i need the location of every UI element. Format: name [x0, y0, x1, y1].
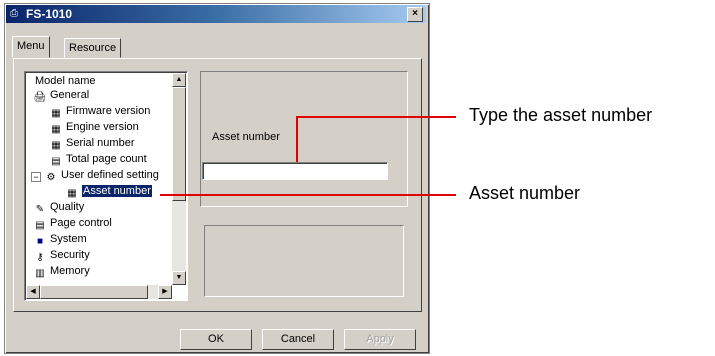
callout-line-asset [160, 194, 456, 196]
page-control-icon: ▤ [35, 220, 45, 231]
tree-item-label: User defined setting [61, 169, 159, 181]
scroll-down-icon[interactable]: ▼ [172, 271, 186, 285]
collapse-icon[interactable]: − [31, 172, 41, 182]
close-button[interactable]: × [407, 7, 423, 22]
scroll-thumb[interactable] [40, 285, 148, 299]
settings-tree[interactable]: Model name 🖨 General ▦ Firmware version ▦ E… [24, 71, 188, 301]
callout-type-asset-number: Type the asset number [469, 105, 653, 125]
tree-item-serial-number[interactable]: ▦ Serial number [49, 136, 134, 152]
tree-item-label: Total page count [66, 153, 147, 165]
quality-icon: ✎ [35, 204, 45, 215]
system-icon: ■ [36, 236, 44, 247]
tab-menu[interactable]: Menu [12, 36, 50, 58]
tree-vertical-scrollbar[interactable]: ▲ ▼ [172, 73, 186, 285]
tree-horizontal-scrollbar[interactable]: ◀ ▶ [26, 285, 172, 299]
tree-item-page-control[interactable]: ▤ Page control [33, 216, 112, 232]
callout-line-type-vertical [296, 116, 298, 162]
title-bar: ⎙ FS-1010 × [6, 5, 426, 23]
asset-number-input[interactable] [202, 162, 388, 180]
printer-icon: 🖨 [33, 92, 47, 103]
asset-icon: ▦ [67, 188, 77, 199]
info-group-box [204, 225, 404, 297]
callout-asset-number: Asset number [469, 183, 581, 203]
tree-item-system[interactable]: ■ System [33, 232, 87, 248]
tree-item-label: System [50, 233, 87, 245]
tree-item-label: Serial number [66, 137, 135, 149]
tree-item-asset-number[interactable]: ▦ Asset number [65, 184, 152, 200]
cancel-button[interactable]: Cancel [262, 329, 334, 350]
ok-button[interactable]: OK [180, 329, 252, 350]
tree-item-label: Firmware version [66, 105, 151, 117]
scroll-left-icon[interactable]: ◀ [26, 285, 40, 299]
key-icon: ⚷ [36, 252, 44, 263]
window-title: FS-1010 [26, 7, 73, 21]
tree-item-general[interactable]: 🖨 General [33, 88, 90, 104]
tree-item-label: Quality [50, 201, 85, 213]
tree-item-total-page-count[interactable]: ▤ Total page count [49, 152, 147, 168]
serial-icon: ▦ [51, 140, 61, 151]
asset-number-label: Asset number [212, 131, 280, 143]
tree-item-label: General [50, 89, 90, 101]
tree-item-label: Model name [35, 75, 96, 87]
apply-button[interactable]: Apply [344, 329, 416, 350]
scroll-thumb[interactable] [172, 87, 186, 201]
tree-item-security[interactable]: ⚷ Security [33, 248, 90, 264]
tree-item-firmware-version[interactable]: ▦ Firmware version [49, 104, 150, 120]
tree-item-quality[interactable]: ✎ Quality [33, 200, 84, 216]
tree-item-label: Asset number [82, 185, 152, 197]
tree-item-memory[interactable]: ▥ Memory [33, 264, 90, 280]
chip-icon: ▦ [51, 108, 61, 119]
tree-item-label: Page control [50, 217, 112, 229]
tree-item-label: Memory [50, 265, 90, 277]
tab-resource[interactable]: Resource [64, 38, 122, 58]
tree-item-label: Security [50, 249, 90, 261]
scroll-right-icon[interactable]: ▶ [158, 285, 172, 299]
scroll-up-icon[interactable]: ▲ [172, 73, 186, 87]
tree-item-label: Engine version [66, 121, 139, 133]
engine-icon: ▦ [51, 124, 61, 135]
printer-icon: ⎙ [10, 8, 18, 19]
memory-icon: ▥ [35, 268, 45, 279]
callout-line-type [296, 116, 456, 118]
tree-item-model-name[interactable]: Model name [35, 74, 96, 88]
page-icon: ▤ [51, 156, 61, 167]
user-settings-icon: ⚙ [46, 172, 56, 183]
tree-item-user-defined-setting[interactable]: − ⚙ User defined setting [31, 168, 159, 184]
tree-item-engine-version[interactable]: ▦ Engine version [49, 120, 139, 136]
